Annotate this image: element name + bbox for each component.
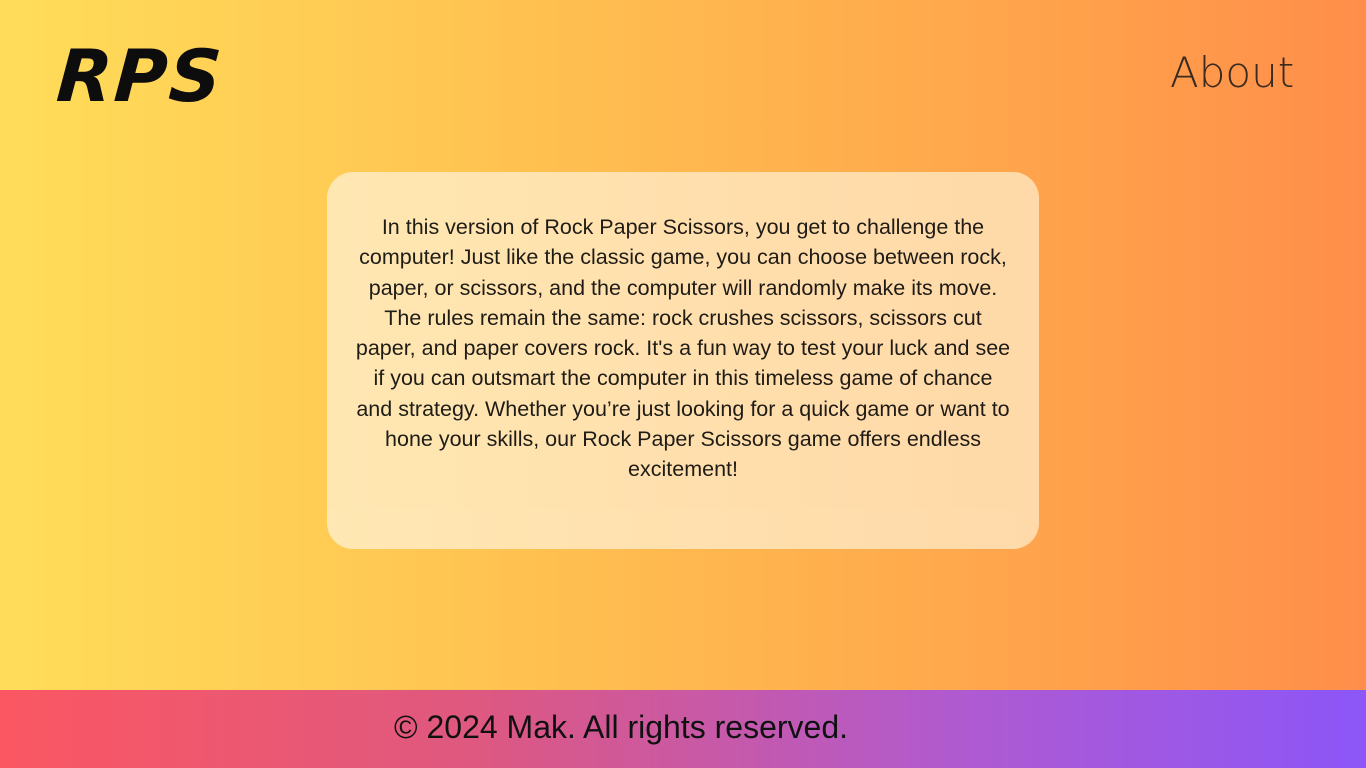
footer-copyright: © 2024 Mak. All rights reserved. xyxy=(394,709,848,745)
site-logo[interactable]: RPS xyxy=(54,34,226,118)
about-description: In this version of Rock Paper Scissors, … xyxy=(355,215,1011,482)
footer: © 2024 Mak. All rights reserved. xyxy=(0,690,1366,768)
about-card: In this version of Rock Paper Scissors, … xyxy=(327,172,1039,549)
nav-link-about[interactable]: About xyxy=(1170,52,1294,94)
